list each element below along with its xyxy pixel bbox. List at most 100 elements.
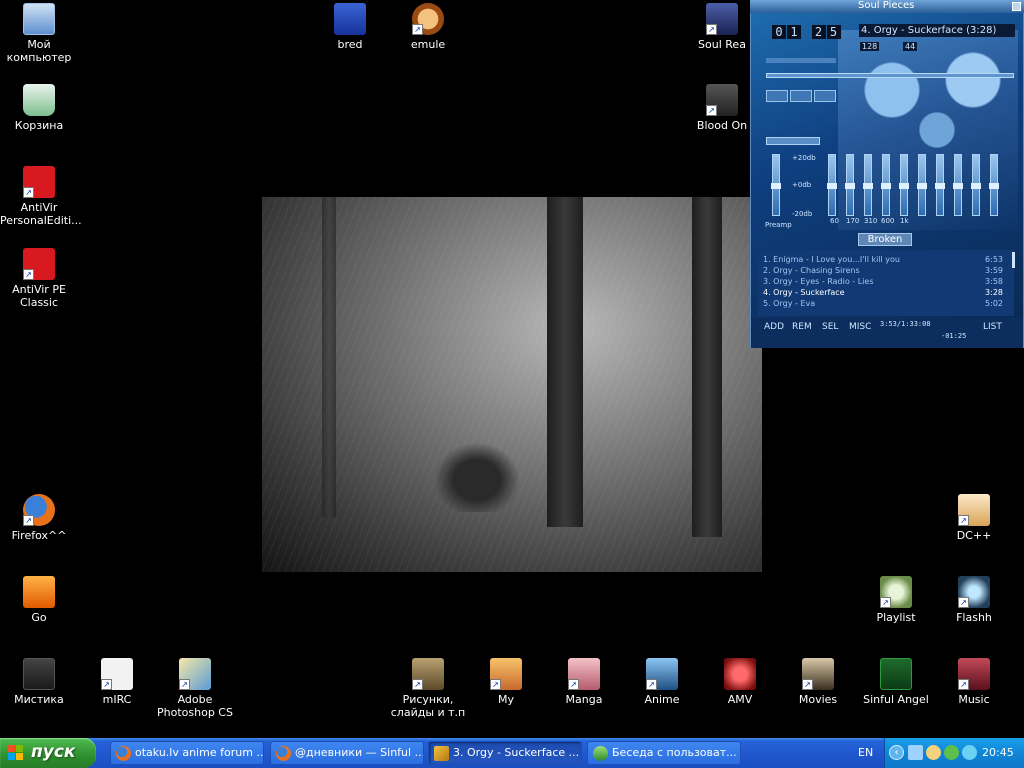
playlist-select-button[interactable]: SEL: [822, 321, 838, 333]
desktop-icon-label: Firefox^^: [11, 529, 67, 542]
desktop-icon-anime[interactable]: ↗ Anime: [623, 658, 701, 706]
winamp-eq-toggle[interactable]: [766, 137, 820, 145]
desktop-icon-label: Playlist: [876, 611, 916, 624]
desktop-icon-my-computer[interactable]: Мой компьютер: [0, 3, 78, 64]
desktop-icon-antivir-classic[interactable]: ↗ AntiVir PE Classic: [0, 248, 78, 309]
desktop-icon-emule[interactable]: ↗ emule: [389, 3, 467, 51]
desktop-icon-label: Мой компьютер: [6, 38, 72, 64]
wallpaper-image: [262, 197, 762, 572]
messenger-tray-icon[interactable]: [962, 745, 977, 760]
desktop-icon-recycle-bin[interactable]: Корзина: [0, 84, 78, 132]
desktop-icon-manga[interactable]: ↗ Manga: [545, 658, 623, 706]
time-digit: 1: [787, 25, 801, 39]
eq-slider[interactable]: [989, 154, 999, 216]
winamp-prev-button[interactable]: [766, 90, 788, 102]
eq-slider[interactable]: [917, 154, 927, 216]
anime-icon: ↗: [646, 658, 678, 690]
desktop-icon-label: Мистика: [14, 693, 64, 706]
playlist-item[interactable]: 3. Orgy - Eyes - Radio - Lies 3:58: [763, 276, 1009, 287]
desktop-icon-bred[interactable]: bred: [311, 3, 389, 51]
users-icon[interactable]: [926, 745, 941, 760]
desktop-icon-blood-omen[interactable]: ↗ Blood On: [690, 84, 754, 132]
my-icon: ↗: [490, 658, 522, 690]
eq-slider[interactable]: [899, 154, 909, 216]
desktop-icon-label: bred: [337, 38, 363, 51]
taskbar-item-chat[interactable]: Беседа с пользоват...: [587, 741, 741, 765]
desktop-icon-label: Корзина: [14, 119, 64, 132]
antivirus-tray-icon[interactable]: [944, 745, 959, 760]
eq-slider[interactable]: [881, 154, 891, 216]
shortcut-arrow-icon: ↗: [23, 515, 34, 526]
eq-slider-preamp[interactable]: [771, 154, 781, 216]
taskbar-item-label: @дневники — Sinful ...: [295, 746, 424, 759]
winamp-seek-bar[interactable]: [766, 73, 1014, 78]
wallpaper-tree: [322, 197, 336, 517]
desktop-icon-movies[interactable]: ↗ Movies: [779, 658, 857, 706]
taskbar-clock[interactable]: 20:45: [982, 746, 1014, 759]
desktop-icon-flashh[interactable]: ↗ Flashh: [935, 576, 1013, 624]
tray-expand-icon[interactable]: ‹: [889, 745, 904, 760]
pictures-icon: ↗: [412, 658, 444, 690]
desktop-icon-firefox[interactable]: ↗ Firefox^^: [0, 494, 78, 542]
desktop-icon-soul-reaver[interactable]: ↗ Soul Rea: [690, 3, 754, 51]
desktop-icon-my[interactable]: ↗ My: [467, 658, 545, 706]
mirc-icon: ↗: [101, 658, 133, 690]
playlist-item-current[interactable]: 4. Orgy - Suckerface 3:28: [763, 287, 1009, 298]
desktop-icon-amv[interactable]: AMV: [701, 658, 779, 706]
shortcut-arrow-icon: ↗: [490, 679, 501, 690]
taskbar-item-firefox-diary[interactable]: @дневники — Sinful ...: [270, 741, 424, 765]
shortcut-arrow-icon: ↗: [101, 679, 112, 690]
windows-flag-icon: [8, 745, 24, 761]
desktop-icon-sinful-angel[interactable]: Sinful Angel: [857, 658, 935, 706]
eq-slider[interactable]: [971, 154, 981, 216]
shortcut-arrow-icon: ↗: [23, 187, 34, 198]
folder-icon: [334, 3, 366, 35]
desktop-icon-playlist[interactable]: ↗ Playlist: [857, 576, 935, 624]
playlist-add-button[interactable]: ADD: [764, 321, 784, 333]
photoshop-icon: ↗: [179, 658, 211, 690]
winamp-play-button[interactable]: [790, 90, 812, 102]
playlist-misc-button[interactable]: MISC: [849, 321, 871, 333]
winamp-time-display[interactable]: 01 25: [772, 25, 842, 39]
playlist-title[interactable]: Broken: [858, 233, 912, 246]
desktop-icon-mistika[interactable]: Мистика: [0, 658, 78, 706]
winamp-track-title[interactable]: 4. Orgy - Suckerface (3:28): [859, 24, 1015, 37]
playlist-item[interactable]: 1. Enigma - I Love you...I'll kill you 6:…: [763, 254, 1009, 265]
wallpaper-tree: [692, 197, 722, 537]
desktop-icon-mirc[interactable]: ↗ mIRC: [78, 658, 156, 706]
shortcut-arrow-icon: ↗: [412, 679, 423, 690]
desktop-icon-label: AntiVir PE Classic: [12, 283, 66, 309]
shortcut-arrow-icon: ↗: [802, 679, 813, 690]
wallpaper-angel-figure: [422, 432, 532, 512]
eq-slider[interactable]: [935, 154, 945, 216]
eq-slider[interactable]: [827, 154, 837, 216]
desktop-icon-music[interactable]: ↗ Music: [935, 658, 1013, 706]
eq-knob: [827, 183, 837, 189]
desktop-icon-photoshop[interactable]: ↗ Adobe Photoshop CS: [156, 658, 234, 719]
desktop-icon-go[interactable]: Go: [0, 576, 78, 624]
winamp-kbps: 128: [860, 42, 880, 51]
network-icon[interactable]: [908, 745, 923, 760]
firefox-icon: [116, 746, 131, 761]
playlist-item[interactable]: 5. Orgy - Eva 5:02: [763, 298, 1009, 309]
desktop-icon-dcpp[interactable]: ↗ DC++: [935, 494, 1013, 542]
playlist-item[interactable]: 2. Orgy - Chasing Sirens 3:59: [763, 265, 1009, 276]
winamp-pause-button[interactable]: [814, 90, 836, 102]
eq-knob: [971, 183, 981, 189]
eq-slider[interactable]: [845, 154, 855, 216]
playlist-list-button[interactable]: LIST: [983, 321, 1002, 333]
language-indicator[interactable]: EN: [858, 746, 873, 759]
winamp-close-button[interactable]: [1012, 2, 1021, 11]
playlist-scrollbar[interactable]: [1012, 252, 1015, 268]
desktop-icon-antivir-personal[interactable]: ↗ AntiVir PersonalEditi...: [0, 166, 82, 227]
winamp-volume-slider[interactable]: [766, 58, 836, 63]
amv-icon: [724, 658, 756, 690]
eq-slider[interactable]: [953, 154, 963, 216]
desktop-icon-drawings[interactable]: ↗ Рисунки, слайды и т.п: [389, 658, 467, 719]
manga-icon: ↗: [568, 658, 600, 690]
taskbar-item-winamp[interactable]: 3. Orgy - Suckerface ...: [428, 741, 582, 765]
taskbar-item-firefox-otaku[interactable]: otaku.lv anime forum ...: [110, 741, 264, 765]
eq-slider[interactable]: [863, 154, 873, 216]
desktop-icon-label: emule: [410, 38, 446, 51]
playlist-remove-button[interactable]: REM: [792, 321, 812, 333]
